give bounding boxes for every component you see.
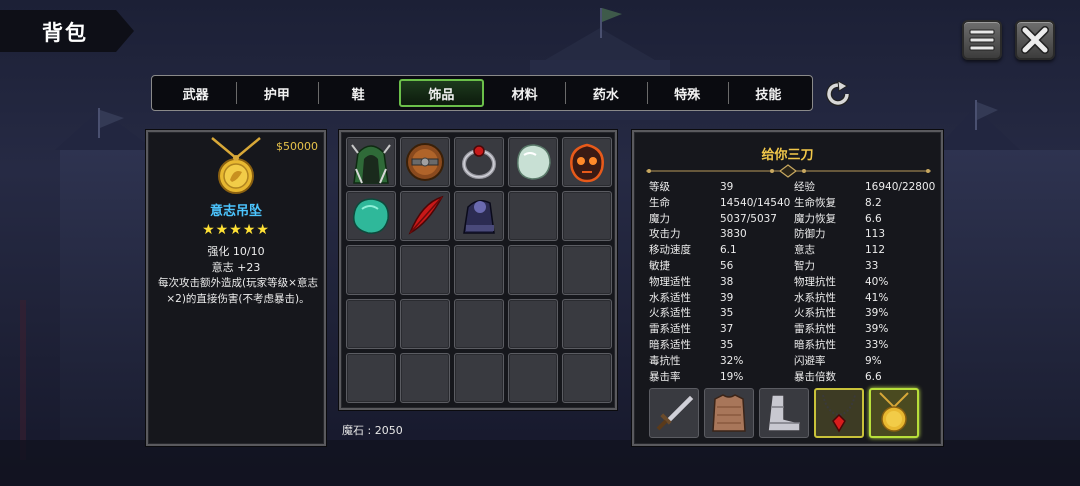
stat-row: 移动速度 6.1 意志 112 (649, 244, 886, 257)
category-tabs: 武器 护甲 鞋 饰品 材料 药水 特殊 技能 (151, 75, 813, 111)
equip-slot-weapon[interactable] (649, 388, 699, 438)
inventory-slot-empty[interactable] (454, 245, 504, 295)
item-description: 每次攻击额外造成(玩家等级×意志×2)的直接伤害(不考虑暴击)。 (158, 277, 318, 305)
close-button[interactable] (1015, 20, 1055, 60)
stat-row: 毒抗性 32% 闪避率 9% (649, 354, 882, 367)
refresh-button[interactable] (822, 78, 854, 110)
inventory-slot[interactable] (454, 137, 504, 187)
stat-row: 火系适性 35 火系抗性 39% (649, 307, 889, 320)
stat-row: 攻击力 3830 防御力 113 (649, 228, 886, 241)
white-stone-icon (517, 144, 551, 180)
menu-button[interactable] (962, 20, 1002, 60)
dark-gauntlet-icon (463, 200, 495, 234)
item-rating-stars: ★★★★★ (202, 222, 270, 238)
gold-pendant-icon (879, 392, 909, 432)
tab-shoes[interactable]: 鞋 (317, 79, 399, 107)
inventory-slot-empty[interactable] (562, 245, 612, 295)
gold-pendant-icon (211, 137, 261, 194)
inventory-slot[interactable] (400, 137, 450, 187)
character-panel: 给你三刀 等级 39 经验 16940/22800 生命 14540/14540 生命恢复… (632, 130, 943, 446)
stat-row: 暴击率 19% 暴击倍数 6.6 (649, 370, 882, 383)
equip-slot-boots[interactable] (759, 388, 809, 438)
inventory-slot-empty[interactable] (400, 353, 450, 403)
inventory-panel (339, 130, 617, 410)
tab-skills[interactable]: 技能 (727, 79, 809, 107)
page-title: 背包 (42, 21, 88, 45)
stat-row: 生命 14540/14540 生命恢复 8.2 (649, 196, 882, 209)
refresh-icon (826, 80, 850, 106)
stat-row: 物理适性 38 物理抗性 40% (649, 275, 889, 288)
equip-slot-pendant[interactable] (869, 388, 919, 438)
dagger-icon (656, 394, 695, 431)
inventory-slot-empty[interactable] (508, 299, 558, 349)
inventory-slot-empty[interactable] (346, 245, 396, 295)
tab-special[interactable]: 特殊 (646, 79, 728, 107)
inventory-slot-empty[interactable] (400, 245, 450, 295)
tab-accessories[interactable]: 饰品 (398, 79, 484, 107)
character-name: 给你三刀 (761, 148, 814, 163)
item-price: $50000 (276, 140, 318, 153)
inventory-slot-empty[interactable] (508, 191, 558, 241)
ornament-divider-icon (646, 164, 931, 178)
equipment-row (649, 388, 919, 438)
inventory-slot[interactable] (562, 137, 612, 187)
ruby-necklace-icon (822, 394, 856, 433)
inventory-slot-empty[interactable] (508, 245, 558, 295)
item-enhance-level: 强化 10/10 (207, 245, 265, 258)
tab-armor[interactable]: 护甲 (236, 79, 317, 107)
equip-slot-armor[interactable] (704, 388, 754, 438)
steel-boots-icon (767, 394, 801, 432)
tab-potions[interactable]: 药水 (565, 79, 646, 107)
chainmail-icon (712, 394, 746, 432)
stat-row: 敏捷 56 智力 33 (649, 259, 879, 272)
wooden-shield-icon (406, 143, 444, 181)
inventory-slot[interactable] (400, 191, 450, 241)
red-feather-icon (408, 195, 444, 235)
item-detail-panel: $50000 意志吊坠 ★★★★★ 强化 10/10 意志 +23 每次攻击额外… (146, 130, 326, 446)
inventory-slot-empty[interactable] (562, 191, 612, 241)
green-hood-icon (351, 144, 391, 184)
inventory-slot-empty[interactable] (562, 299, 612, 349)
inventory-slot-empty[interactable] (400, 299, 450, 349)
inventory-slot-empty[interactable] (562, 353, 612, 403)
inventory-slot[interactable] (454, 191, 504, 241)
inventory-slot[interactable] (346, 191, 396, 241)
item-bonus-stat: 意志 +23 (211, 261, 261, 274)
inventory-slot[interactable] (346, 137, 396, 187)
item-name: 意志吊坠 (209, 204, 262, 219)
inventory-slot-empty[interactable] (454, 299, 504, 349)
inventory-slot-empty[interactable] (454, 353, 504, 403)
equip-slot-necklace[interactable] (814, 388, 864, 438)
stat-row: 暗系适性 35 暗系抗性 33% (649, 338, 889, 351)
inventory-slot-empty[interactable] (508, 353, 558, 403)
tab-materials[interactable]: 材料 (484, 79, 565, 107)
inventory-slot[interactable] (508, 137, 558, 187)
stat-row: 水系适性 39 水系抗性 41% (649, 291, 889, 304)
hamburger-menu-icon (969, 29, 995, 51)
jade-stone-icon (353, 198, 389, 234)
tab-weapons[interactable]: 武器 (155, 79, 236, 107)
stat-row: 魔力 5037/5037 魔力恢复 6.6 (649, 212, 882, 225)
stats-table: 等级 39 经验 16940/22800 生命 14540/14540 生命恢复 8.2 魔… (649, 180, 939, 385)
stat-row: 等级 39 经验 16940/22800 (649, 181, 936, 193)
inventory-slot-empty[interactable] (346, 353, 396, 403)
inventory-grid (346, 137, 612, 403)
fire-skull-icon (570, 143, 604, 183)
inventory-slot-empty[interactable] (346, 299, 396, 349)
ruby-ring-icon (462, 145, 496, 179)
magic-stone-count: 魔石 : 2050 (342, 424, 403, 437)
close-icon (1021, 26, 1049, 54)
stat-row: 雷系适性 37 雷系抗性 39% (649, 323, 889, 336)
